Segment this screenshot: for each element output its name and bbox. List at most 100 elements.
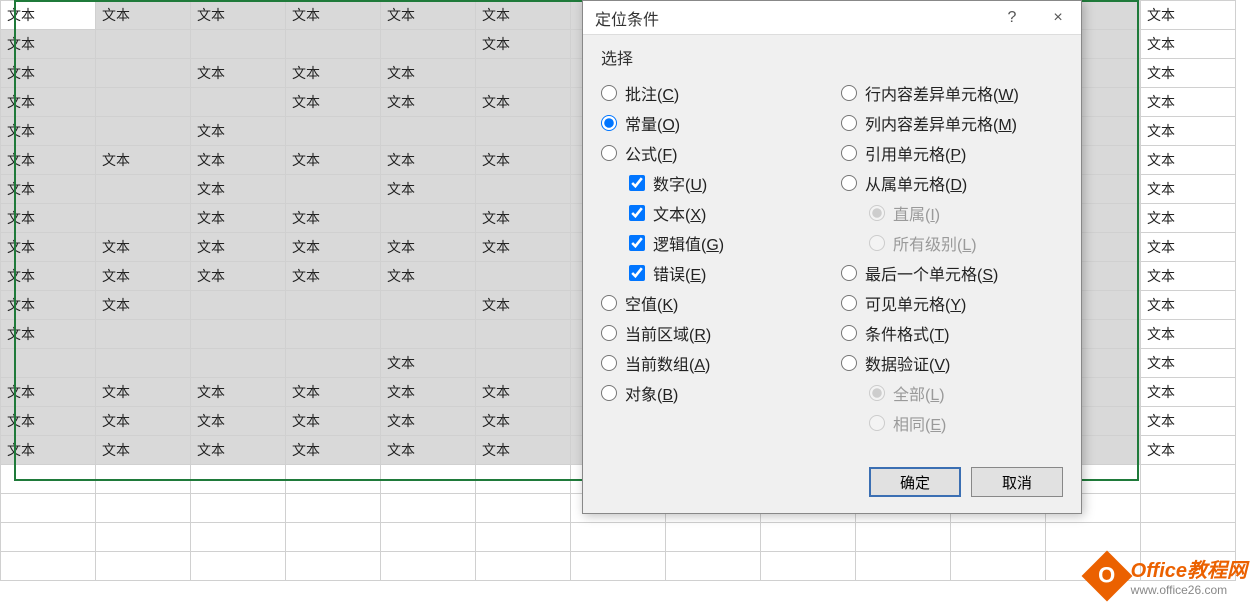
- cell[interactable]: [1, 465, 96, 494]
- cell[interactable]: 文本: [1, 59, 96, 88]
- close-button[interactable]: ×: [1035, 1, 1081, 35]
- cell[interactable]: 文本: [1141, 233, 1236, 262]
- cell[interactable]: [381, 320, 476, 349]
- option-最后一个单元格[interactable]: 最后一个单元格(S): [841, 261, 1063, 285]
- cell[interactable]: 文本: [381, 1, 476, 30]
- cell[interactable]: [191, 349, 286, 378]
- cell[interactable]: [191, 494, 286, 523]
- cell[interactable]: [476, 175, 571, 204]
- radio-input[interactable]: [601, 325, 617, 341]
- cell[interactable]: 文本: [1, 204, 96, 233]
- cell[interactable]: [96, 552, 191, 581]
- cell[interactable]: 文本: [381, 146, 476, 175]
- cell[interactable]: 文本: [286, 1, 381, 30]
- cell[interactable]: [191, 523, 286, 552]
- cell[interactable]: 文本: [1, 233, 96, 262]
- cell[interactable]: 文本: [381, 233, 476, 262]
- cell[interactable]: [96, 30, 191, 59]
- option-当前区域[interactable]: 当前区域(R): [601, 321, 823, 345]
- cell[interactable]: 文本: [381, 88, 476, 117]
- cell[interactable]: 文本: [381, 349, 476, 378]
- checkbox-input[interactable]: [629, 235, 645, 251]
- cell[interactable]: [191, 88, 286, 117]
- checkbox-input[interactable]: [629, 175, 645, 191]
- cell[interactable]: 文本: [96, 233, 191, 262]
- cell[interactable]: [96, 320, 191, 349]
- option-批注[interactable]: 批注(C): [601, 81, 823, 105]
- cell[interactable]: 文本: [381, 175, 476, 204]
- cell[interactable]: [1, 494, 96, 523]
- cell[interactable]: [476, 262, 571, 291]
- cell[interactable]: [761, 552, 856, 581]
- cell[interactable]: [856, 523, 951, 552]
- cell[interactable]: 文本: [476, 378, 571, 407]
- cell[interactable]: [476, 117, 571, 146]
- cell[interactable]: 文本: [286, 59, 381, 88]
- cell[interactable]: 文本: [476, 407, 571, 436]
- cell[interactable]: [96, 175, 191, 204]
- cell[interactable]: [381, 30, 476, 59]
- cell[interactable]: 文本: [96, 407, 191, 436]
- cell[interactable]: 文本: [1141, 320, 1236, 349]
- cell[interactable]: [191, 465, 286, 494]
- cell[interactable]: 文本: [191, 175, 286, 204]
- cell[interactable]: 文本: [286, 378, 381, 407]
- cell[interactable]: 文本: [1141, 30, 1236, 59]
- radio-input[interactable]: [841, 115, 857, 131]
- cell[interactable]: 文本: [476, 204, 571, 233]
- cell[interactable]: [96, 349, 191, 378]
- checkbox-input[interactable]: [629, 205, 645, 221]
- cell[interactable]: 文本: [191, 378, 286, 407]
- cell[interactable]: [191, 320, 286, 349]
- cell[interactable]: 文本: [191, 436, 286, 465]
- cell[interactable]: [476, 320, 571, 349]
- cell[interactable]: 文本: [1, 88, 96, 117]
- cell[interactable]: [191, 30, 286, 59]
- radio-input[interactable]: [841, 355, 857, 371]
- cell[interactable]: [476, 349, 571, 378]
- cell[interactable]: [1, 349, 96, 378]
- cell[interactable]: [96, 117, 191, 146]
- option-当前数组[interactable]: 当前数组(A): [601, 351, 823, 375]
- option-错误[interactable]: 错误(E): [629, 261, 823, 285]
- cell[interactable]: 文本: [1141, 407, 1236, 436]
- cell[interactable]: 文本: [286, 146, 381, 175]
- option-数字[interactable]: 数字(U): [629, 171, 823, 195]
- cell[interactable]: 文本: [191, 1, 286, 30]
- cell[interactable]: [951, 523, 1046, 552]
- cell[interactable]: [286, 175, 381, 204]
- cell[interactable]: 文本: [96, 378, 191, 407]
- cell[interactable]: 文本: [1141, 378, 1236, 407]
- option-可见单元格[interactable]: 可见单元格(Y): [841, 291, 1063, 315]
- radio-input[interactable]: [601, 145, 617, 161]
- cell[interactable]: [381, 552, 476, 581]
- cell[interactable]: 文本: [1141, 88, 1236, 117]
- cell[interactable]: 文本: [1, 117, 96, 146]
- cell[interactable]: [381, 494, 476, 523]
- cell[interactable]: 文本: [191, 59, 286, 88]
- cell[interactable]: [381, 465, 476, 494]
- cell[interactable]: [1141, 465, 1236, 494]
- cell[interactable]: [666, 523, 761, 552]
- cell[interactable]: 文本: [476, 233, 571, 262]
- cell[interactable]: 文本: [476, 1, 571, 30]
- cell[interactable]: [476, 465, 571, 494]
- cell[interactable]: 文本: [381, 59, 476, 88]
- cell[interactable]: 文本: [191, 233, 286, 262]
- cell[interactable]: 文本: [381, 262, 476, 291]
- option-公式[interactable]: 公式(F): [601, 141, 823, 165]
- cell[interactable]: [476, 523, 571, 552]
- option-数据验证[interactable]: 数据验证(V): [841, 351, 1063, 375]
- cell[interactable]: 文本: [381, 436, 476, 465]
- cell[interactable]: [381, 204, 476, 233]
- cell[interactable]: 文本: [1, 146, 96, 175]
- cell[interactable]: [286, 320, 381, 349]
- cell[interactable]: 文本: [96, 436, 191, 465]
- cell[interactable]: 文本: [476, 146, 571, 175]
- cell[interactable]: 文本: [1, 436, 96, 465]
- radio-input[interactable]: [601, 295, 617, 311]
- cell[interactable]: [96, 465, 191, 494]
- option-逻辑值[interactable]: 逻辑值(G): [629, 231, 823, 255]
- option-行内容差异单元格[interactable]: 行内容差异单元格(W): [841, 81, 1063, 105]
- cell[interactable]: 文本: [96, 146, 191, 175]
